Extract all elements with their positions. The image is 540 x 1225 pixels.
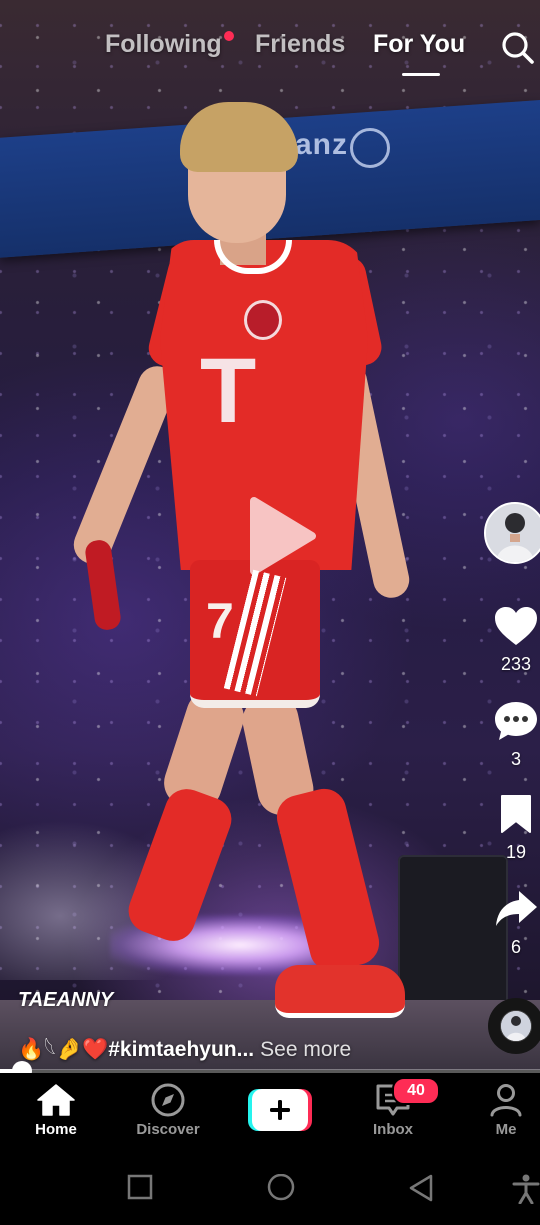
jersey-logo: T [200, 340, 257, 442]
performer-shoe [275, 965, 405, 1018]
top-nav: Following Friends For You [0, 0, 540, 90]
performer-sock-left [122, 782, 238, 948]
nav-discover[interactable]: Discover [118, 1083, 218, 1138]
bottom-nav: Home Discover Inbox 40 Me [0, 1073, 540, 1150]
screen: anz T 7 Following Friends For You 233 3 … [0, 0, 540, 1225]
caption-hashtag[interactable]: #kimtaehyun... [108, 1038, 254, 1061]
back-icon[interactable] [408, 1174, 434, 1202]
save-button[interactable]: 19 [490, 793, 540, 863]
heart-icon [495, 607, 537, 645]
compass-icon [151, 1083, 185, 1117]
system-nav-bar [0, 1150, 540, 1225]
see-more-link[interactable]: See more [260, 1038, 351, 1061]
club-crest [244, 300, 282, 340]
home-icon [37, 1084, 75, 1116]
nav-discover-label: Discover [136, 1121, 200, 1138]
create-button[interactable] [248, 1089, 312, 1131]
nav-home-label: Home [35, 1121, 77, 1138]
home-circle-icon[interactable] [266, 1174, 296, 1204]
music-disc[interactable] [488, 998, 540, 1054]
nav-me-label: Me [495, 1121, 517, 1138]
bookmark-icon [501, 795, 531, 833]
comment-count: 3 [510, 749, 521, 769]
performer-hair [180, 102, 298, 172]
creator-username[interactable]: TAEANNY [18, 989, 113, 1012]
music-cover-image [501, 1011, 531, 1041]
performer-sock-right [272, 784, 384, 976]
profile-icon [490, 1084, 522, 1117]
comment-icon [495, 702, 537, 740]
share-count: 6 [510, 937, 521, 957]
like-button[interactable]: 233 [490, 605, 540, 675]
comment-button[interactable]: 3 [490, 700, 540, 770]
microphone [83, 538, 123, 632]
like-count: 233 [500, 654, 532, 674]
music-disc-cover [501, 1011, 531, 1041]
video-caption[interactable]: 🔥𓆩🤌❤️#kimtaehyun... See more [18, 1028, 351, 1063]
nav-inbox-label: Inbox [373, 1121, 413, 1138]
search-icon[interactable] [500, 30, 536, 66]
caption-emoji: 🔥𓆩🤌❤️ [18, 1038, 109, 1061]
following-notification-dot [224, 31, 234, 41]
active-tab-indicator [402, 73, 440, 76]
shorts-number: 7 [206, 593, 234, 649]
accessibility-icon[interactable] [512, 1174, 540, 1204]
tab-following[interactable]: Following [105, 30, 222, 59]
share-icon [496, 891, 537, 926]
creator-avatar[interactable] [484, 502, 540, 564]
share-button[interactable]: 6 [490, 888, 540, 958]
nav-me[interactable]: Me [456, 1083, 540, 1138]
tab-for-you[interactable]: For You [373, 30, 465, 59]
nav-home[interactable]: Home [6, 1083, 106, 1138]
tab-friends[interactable]: Friends [255, 30, 345, 59]
save-count: 19 [505, 842, 527, 862]
play-icon[interactable] [248, 495, 318, 577]
recents-icon[interactable] [127, 1174, 153, 1200]
inbox-badge: 40 [392, 1077, 440, 1105]
avatar-image [486, 504, 540, 562]
